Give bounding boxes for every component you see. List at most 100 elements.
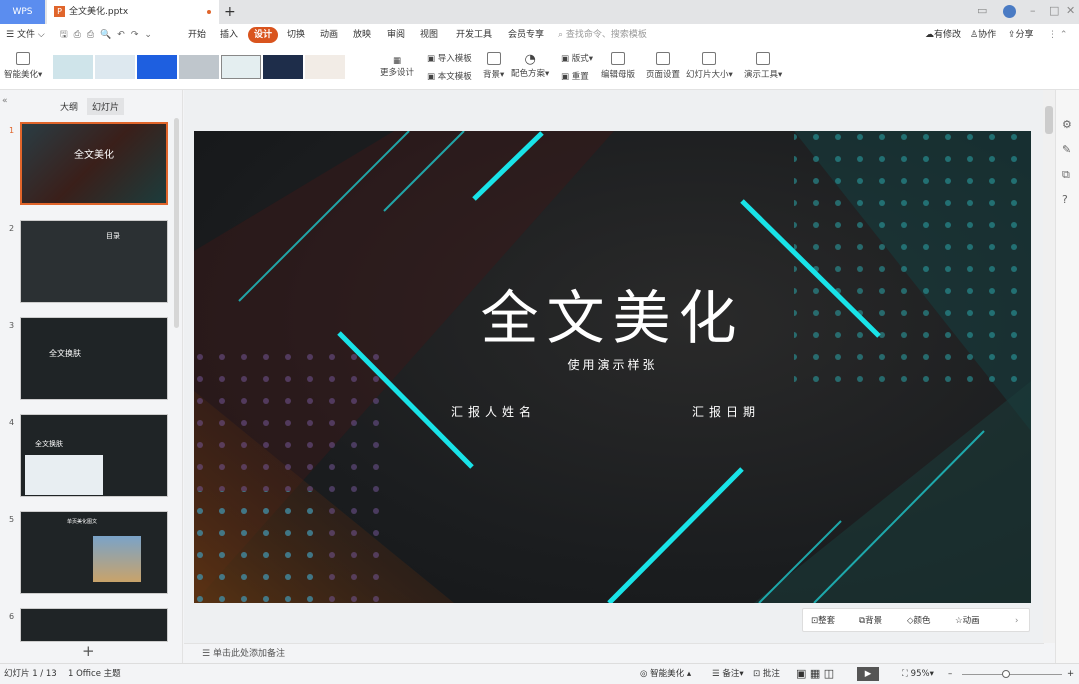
slide-number: 1 (9, 126, 14, 135)
template-thumb[interactable] (53, 55, 93, 79)
slide-thumb-4[interactable]: 全文换肤 (20, 414, 168, 497)
command-search[interactable]: ⌕ 查找命令、搜索模板 (558, 24, 647, 46)
slide-subtitle[interactable]: 使用演示样张 (194, 356, 1031, 373)
notes-field[interactable]: ☰ 单击此处添加备注 (184, 643, 1044, 663)
thumb-title: 全文美化 (22, 146, 166, 161)
slide-thumb-5[interactable]: 单页美化图文 (20, 511, 168, 594)
theme-name[interactable]: 1 Office 主题 (68, 664, 121, 684)
close-button[interactable]: ✕ (1066, 4, 1075, 17)
notes-icon: ☰ (202, 649, 213, 659)
background-quick-button[interactable]: ⧉背景 (859, 609, 882, 633)
edit-master-button[interactable]: 编辑母版 (601, 52, 635, 80)
report-date[interactable]: 汇报日期 (692, 403, 760, 420)
more-design-button[interactable]: ▦更多设计 (380, 56, 414, 78)
document-tab[interactable]: P全文美化.pptx (47, 0, 219, 24)
share-button[interactable]: ⇪分享 (1008, 24, 1034, 46)
tab-developer[interactable]: 开发工具 (456, 24, 492, 46)
collab-button[interactable]: ♙协作 (970, 24, 996, 46)
template-thumb[interactable] (95, 55, 135, 79)
slide-thumb-3[interactable]: 全文换肤 (20, 317, 168, 400)
tab-slides[interactable]: 幻灯片 (87, 98, 124, 115)
thumb-title: 目录 (106, 231, 120, 241)
slide-thumb-2[interactable]: 目录 (20, 220, 168, 303)
notes-toggle[interactable]: ☰ 备注▾ (712, 664, 744, 684)
share-icon: ⇪ (1008, 30, 1016, 40)
reset-button[interactable]: ▣ 重置 (561, 70, 589, 82)
quick-access-icons[interactable]: 🖫⎙⎙🔍↶↷⌄ (60, 24, 158, 46)
search-icon: ⌕ (558, 30, 566, 40)
slide-number: 5 (9, 515, 14, 524)
cloud-icon: ☁ (925, 30, 934, 40)
suite-button[interactable]: ⊡整套 (811, 609, 835, 633)
tab-start[interactable]: 开始 (188, 24, 206, 46)
slide-number: 6 (9, 612, 14, 621)
smart-beautify-button[interactable]: 智能美化▾ (4, 52, 42, 80)
panel-scrollbar[interactable] (174, 118, 179, 328)
view-mode-icons[interactable]: ▣ ▦ ◫ (796, 664, 834, 684)
slide-thumb-6[interactable] (20, 608, 168, 642)
template-thumb[interactable] (305, 55, 345, 79)
right-tool-icons[interactable]: ⚙✎⧉? (1062, 112, 1072, 212)
tab-animation[interactable]: 动画 (320, 24, 338, 46)
slide-number: 3 (9, 321, 14, 330)
slide-canvas[interactable]: 全文美化 使用演示样张 汇报人姓名 汇报日期 (194, 131, 1031, 603)
avatar[interactable] (1003, 5, 1016, 18)
new-tab-button[interactable]: + (224, 0, 236, 24)
tab-outline[interactable]: 大纲 (55, 98, 83, 115)
modified-button[interactable]: ☁有修改 (925, 24, 961, 46)
presentation-tools-button[interactable]: 演示工具▾ (744, 52, 782, 80)
zoom-slider[interactable] (962, 674, 1062, 675)
zoom-out-button[interactable]: – (948, 664, 952, 684)
layout-button[interactable]: ▣ 版式▾ (561, 52, 593, 64)
template-thumb[interactable] (179, 55, 219, 79)
play-button[interactable]: ▶ (857, 667, 879, 681)
tab-design[interactable]: 设计 (248, 27, 278, 43)
window-layout-icon[interactable]: ▭ (977, 4, 987, 17)
cube-icon (16, 52, 30, 65)
star-icon: ☆ (955, 616, 963, 626)
palette-icon: ◔ (524, 52, 535, 67)
tab-member[interactable]: 会员专享 (508, 24, 544, 46)
zoom-in-button[interactable]: + (1067, 664, 1074, 684)
vertical-scrollbar[interactable] (1043, 90, 1055, 643)
smart-beautify-status[interactable]: ◎ 智能美化 ▴ (640, 664, 691, 684)
color-quick-button[interactable]: ◇颜色 (907, 609, 931, 633)
menu-bar: ☰ 文件 ⌵ 🖫⎙⎙🔍↶↷⌄ 开始 插入 设计 切换 动画 放映 审阅 视图 开… (0, 24, 1079, 46)
template-thumb[interactable] (263, 55, 303, 79)
tab-view[interactable]: 视图 (420, 24, 438, 46)
tab-transition[interactable]: 切换 (287, 24, 305, 46)
comment-toggle[interactable]: ⊡ 批注 (753, 664, 780, 684)
tab-slideshow[interactable]: 放映 (353, 24, 371, 46)
maximize-button[interactable]: □ (1049, 4, 1059, 17)
file-menu[interactable]: ☰ 文件 ⌵ (6, 24, 45, 46)
slide-title[interactable]: 全文美化 (194, 271, 1031, 355)
template-thumb[interactable] (221, 55, 261, 79)
slide-thumb-1[interactable]: 全文美化 (20, 122, 168, 205)
template-thumb[interactable] (137, 55, 177, 79)
this-template-button[interactable]: ▣ 本文模板 (427, 70, 472, 82)
thumb-title: 全文换肤 (49, 348, 81, 359)
background-button[interactable]: 背景▾ (483, 52, 504, 80)
background-icon (487, 52, 501, 65)
slide-size-button[interactable]: 幻灯片大小▾ (686, 52, 733, 80)
user-icon: ♙ (970, 30, 978, 40)
tab-insert[interactable]: 插入 (220, 24, 238, 46)
animation-quick-button[interactable]: ☆动画 (955, 609, 980, 633)
zoom-level[interactable]: ⛶ 95%▾ (902, 664, 934, 684)
import-template-button[interactable]: ▣ 导入模板 (427, 52, 472, 64)
more-icon[interactable]: ⋮ ⌃ (1048, 24, 1067, 46)
add-slide-button[interactable]: + (82, 642, 95, 660)
page-setup-button[interactable]: 页面设置 (646, 52, 680, 80)
presenter-icon (756, 52, 770, 65)
document-tab-title: 全文美化.pptx (69, 7, 128, 17)
collapse-panel-icon[interactable]: « (2, 96, 8, 106)
wps-home-tab[interactable]: WPS (0, 0, 45, 24)
next-arrow-icon[interactable]: › (1015, 609, 1018, 633)
color-scheme-button[interactable]: ◔配色方案▾ (511, 52, 549, 79)
minimize-button[interactable]: – (1030, 4, 1036, 17)
zoom-slider-handle[interactable] (1002, 670, 1010, 678)
thumb-title: 单页美化图文 (67, 518, 97, 525)
reporter-name[interactable]: 汇报人姓名 (451, 403, 536, 420)
tab-review[interactable]: 审阅 (387, 24, 405, 46)
right-toolbar: ⚙✎⧉? (1055, 90, 1079, 663)
